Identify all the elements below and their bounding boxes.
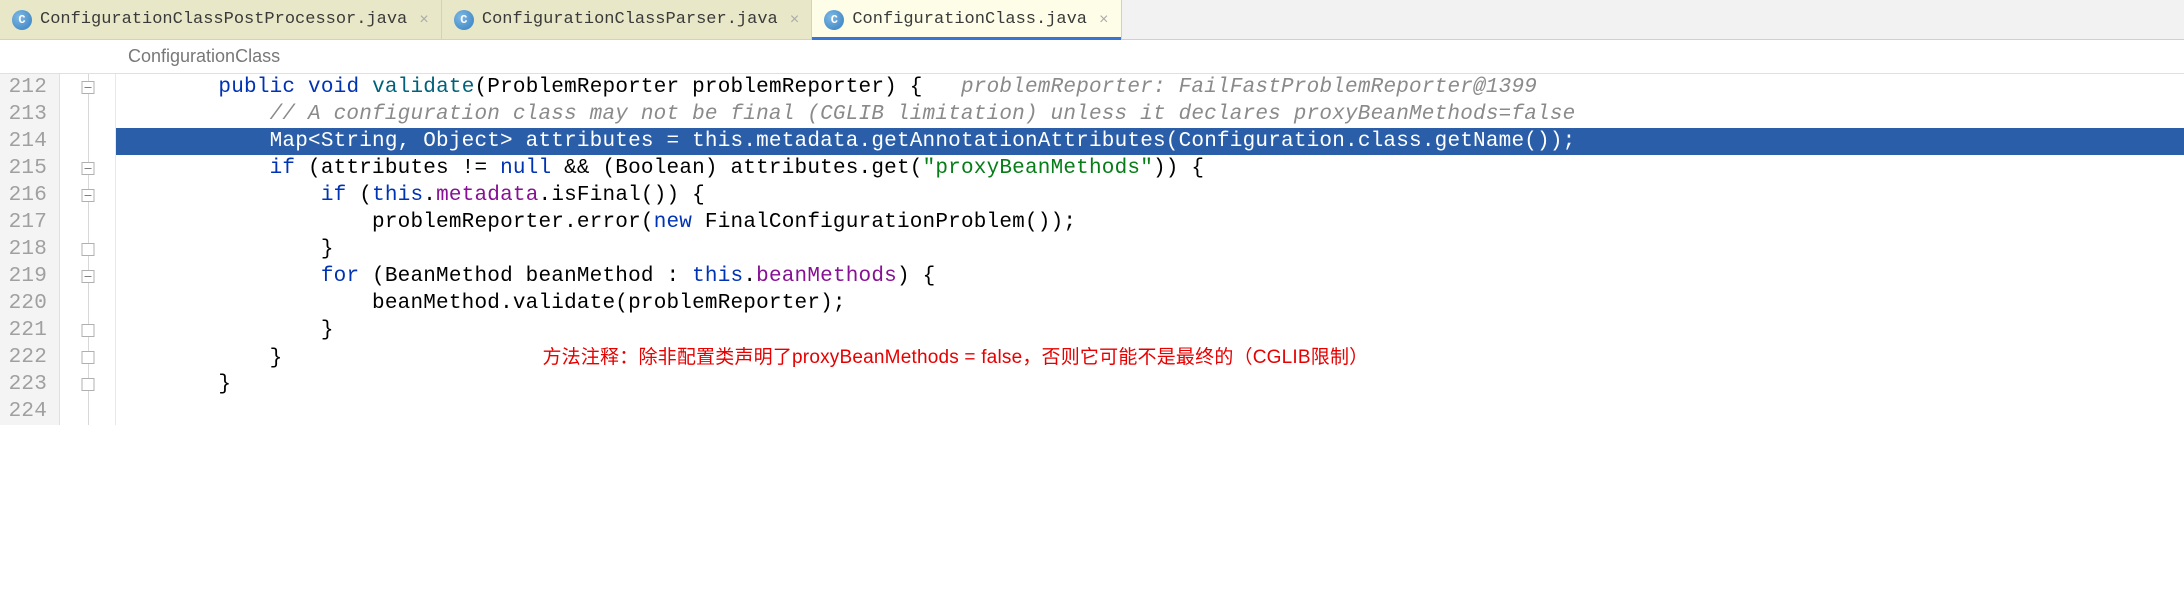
line-number: 221 (0, 317, 47, 344)
code-line-highlighted: Map<String, Object> attributes = this.me… (116, 128, 2184, 155)
line-number: 215 (0, 155, 47, 182)
fold-handle-icon[interactable] (81, 270, 94, 283)
code-line: for (BeanMethod beanMethod : this.beanMe… (116, 263, 2184, 290)
close-icon[interactable]: × (419, 11, 429, 29)
annotation-text: 方法注释：除非配置类声明了proxyBeanMethods = false，否则… (542, 347, 1368, 368)
code-line: }方法注释：除非配置类声明了proxyBeanMethods = false，否… (116, 344, 2184, 371)
line-number: 218 (0, 236, 47, 263)
fold-handle-icon[interactable] (81, 162, 94, 175)
line-number-gutter: 212 213 214 215 216 217 218 219 220 221 … (0, 74, 60, 425)
fold-end-icon[interactable] (81, 378, 94, 391)
code-line (116, 398, 2184, 425)
line-number: 216 (0, 182, 47, 209)
java-class-icon: C (12, 10, 32, 30)
code-line: // A configuration class may not be fina… (116, 101, 2184, 128)
fold-handle-icon[interactable] (81, 189, 94, 202)
java-class-icon: C (454, 10, 474, 30)
line-number: 212 (0, 74, 47, 101)
line-number: 214 (0, 128, 47, 155)
fold-end-icon[interactable] (81, 324, 94, 337)
code-line: } (116, 317, 2184, 344)
code-line: beanMethod.validate(problemReporter); (116, 290, 2184, 317)
fold-gutter (60, 74, 116, 425)
breadcrumb[interactable]: ConfigurationClass (0, 40, 2184, 74)
fold-end-icon[interactable] (81, 351, 94, 364)
fold-end-icon[interactable] (81, 243, 94, 256)
line-number: 217 (0, 209, 47, 236)
line-number: 219 (0, 263, 47, 290)
code-line: if (this.metadata.isFinal()) { (116, 182, 2184, 209)
fold-handle-icon[interactable] (81, 81, 94, 94)
tab-bar: C ConfigurationClassPostProcessor.java ×… (0, 0, 2184, 40)
code-line: } (116, 236, 2184, 263)
code-line: public void validate(ProblemReporter pro… (116, 74, 2184, 101)
line-number: 224 (0, 398, 47, 425)
tab-label: ConfigurationClassPostProcessor.java (40, 10, 407, 29)
tab-label: ConfigurationClass.java (852, 10, 1087, 29)
java-class-icon: C (824, 10, 844, 30)
close-icon[interactable]: × (1099, 11, 1109, 29)
code-area[interactable]: public void validate(ProblemReporter pro… (116, 74, 2184, 425)
line-number: 222 (0, 344, 47, 371)
code-line: problemReporter.error(new FinalConfigura… (116, 209, 2184, 236)
close-icon[interactable]: × (790, 11, 800, 29)
tab-file-3[interactable]: C ConfigurationClass.java × (812, 0, 1121, 39)
line-number: 220 (0, 290, 47, 317)
code-editor[interactable]: 212 213 214 215 216 217 218 219 220 221 … (0, 74, 2184, 425)
tab-file-1[interactable]: C ConfigurationClassPostProcessor.java × (0, 0, 442, 39)
code-line: if (attributes != null && (Boolean) attr… (116, 155, 2184, 182)
tab-file-2[interactable]: C ConfigurationClassParser.java × (442, 0, 812, 39)
line-number: 213 (0, 101, 47, 128)
tab-label: ConfigurationClassParser.java (482, 10, 778, 29)
line-number: 223 (0, 371, 47, 398)
code-line: } (116, 371, 2184, 398)
